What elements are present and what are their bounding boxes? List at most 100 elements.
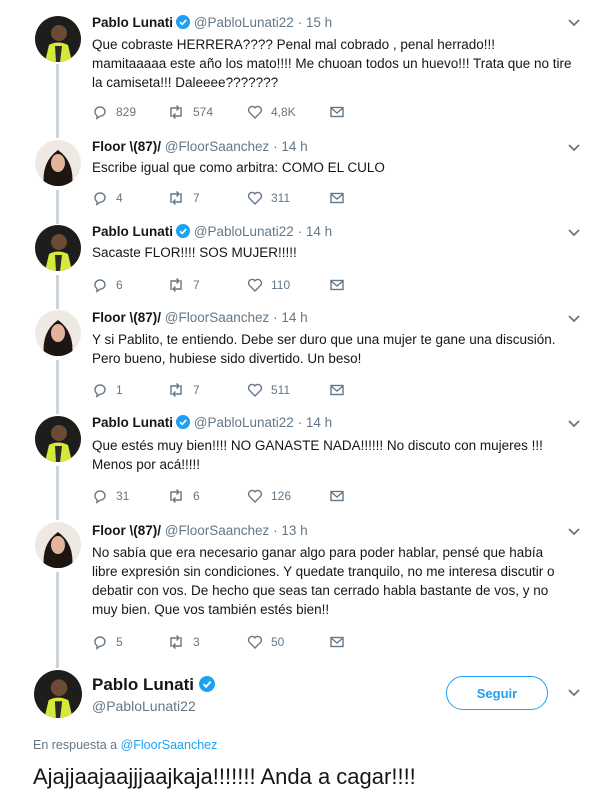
avatar-pablo[interactable] [35,16,81,62]
reply-button[interactable]: 829 [92,103,136,121]
separator-dot: · [297,15,303,30]
separator-dot: · [297,415,303,430]
author-name[interactable]: Floor \(87)/ [92,310,161,325]
reply-count: 829 [116,105,137,119]
author-name[interactable]: Floor \(87)/ [92,523,161,538]
avatar-pablo-main[interactable] [34,670,82,718]
envelope-icon [330,384,344,396]
author-name[interactable]: Pablo Lunati [92,15,173,30]
author-handle[interactable]: @FloorSaanchez [165,139,270,154]
reply-mention-link[interactable]: @FloorSaanchez [121,738,218,752]
like-count: 511 [271,383,291,397]
retweet-count: 574 [193,105,214,119]
like-button[interactable]: 50 [247,633,284,651]
tweet-actions: 829 574 4,8K [92,103,392,121]
tweet-time[interactable]: 14 h [281,139,307,154]
like-count: 50 [271,635,285,649]
tweet-actions: 6 7 110 [92,276,392,294]
retweet-button[interactable]: 574 [167,103,213,121]
heart-icon [247,278,263,292]
tweet-text: Escribe igual que como arbitra: COMO EL … [92,160,385,175]
tweet-time[interactable]: 15 h [306,15,332,30]
main-tweet-text: Ajajjaajaajjjaajkaja!!!!!!! Anda a cagar… [33,764,416,789]
avatar-floor[interactable] [35,522,81,568]
tweet-actions: 1 7 511 [92,381,392,399]
like-button[interactable]: 4,8K [247,103,296,121]
avatar-floor[interactable] [35,310,81,356]
retweet-button[interactable]: 7 [167,189,200,207]
author-handle[interactable]: @FloorSaanchez [165,310,270,325]
verified-badge-icon [176,415,190,429]
chevron-down-icon[interactable] [567,688,581,698]
reply-button[interactable]: 6 [92,276,123,294]
tweet-time[interactable]: 14 h [306,415,332,430]
chevron-down-icon[interactable] [567,314,581,324]
tweet-text: Y si Pablito, te entiendo. Debe ser duro… [92,332,556,366]
retweet-icon [170,278,182,292]
author-name[interactable]: Pablo Lunati [92,224,173,239]
tweet[interactable]: Floor \(87)/ @FloorSaanchez · 14 h Y si … [0,305,611,411]
message-button[interactable] [329,633,353,651]
like-button[interactable]: 126 [247,487,291,505]
chevron-down-icon[interactable] [567,419,581,429]
like-button[interactable]: 511 [247,381,290,399]
tweet[interactable]: Pablo Lunati @PabloLunati22 · 14 h Sacas… [0,220,611,305]
main-author-handle[interactable]: @PabloLunati22 [92,698,196,714]
heart-icon [247,105,263,119]
reply-count: 5 [116,635,123,649]
tweet-text: No sabía que era necesario ganar algo pa… [92,545,555,617]
reply-button[interactable]: 4 [92,189,123,207]
like-count: 110 [271,278,291,292]
reply-prefix: En respuesta a [33,738,118,752]
separator-dot: · [273,523,278,538]
chevron-down-icon[interactable] [567,143,581,153]
tweet[interactable]: Pablo Lunati @PabloLunati22 · 14 h Que e… [0,411,611,517]
tweet-time[interactable]: 14 h [281,310,307,325]
message-button[interactable] [329,381,353,399]
envelope-icon [330,192,344,204]
reply-button[interactable]: 31 [92,487,129,505]
tweet[interactable]: Floor \(87)/ @FloorSaanchez · 14 h Escri… [0,135,611,220]
retweet-button[interactable]: 7 [167,276,200,294]
chevron-down-icon[interactable] [567,527,581,537]
message-button[interactable] [329,189,353,207]
tweet-time[interactable]: 13 h [281,523,307,538]
reply-button[interactable]: 5 [92,633,123,651]
message-button[interactable] [329,487,353,505]
avatar-floor[interactable] [35,140,81,186]
author-handle[interactable]: @PabloLunati22 [194,224,294,239]
tweet-time[interactable]: 14 h [306,224,332,239]
separator-dot: · [297,224,303,239]
author-handle[interactable]: @PabloLunati22 [194,415,294,430]
author-handle[interactable]: @PabloLunati22 [194,15,294,30]
like-count: 4,8K [271,105,296,119]
retweet-button[interactable]: 3 [167,633,200,651]
reply-context: En respuesta a @FloorSaanchez [33,738,217,752]
message-button[interactable] [329,103,353,121]
author-name[interactable]: Floor \(87)/ [92,139,161,154]
author-name[interactable]: Pablo Lunati [92,415,173,430]
retweet-button[interactable]: 7 [167,381,200,399]
retweet-icon [170,105,182,119]
like-button[interactable]: 110 [247,276,290,294]
like-button[interactable]: 311 [247,189,290,207]
retweet-button[interactable]: 6 [167,487,200,505]
reply-icon [94,490,106,504]
verified-badge-icon [176,15,190,29]
chevron-down-icon[interactable] [567,228,581,238]
tweet[interactable]: Pablo Lunati @PabloLunati22 · 15 h Que c… [0,0,611,135]
avatar-pablo[interactable] [35,416,81,462]
reply-icon [94,279,106,293]
tweet-text: Que cobraste HERRERA???? Penal mal cobra… [92,37,572,90]
message-button[interactable] [329,276,353,294]
avatar-pablo[interactable] [35,225,81,271]
follow-button[interactable]: Seguir [446,676,548,710]
reply-count: 4 [116,191,123,205]
main-author-name[interactable]: Pablo Lunati [92,675,215,695]
reply-button[interactable]: 1 [92,381,123,399]
chevron-down-icon[interactable] [567,18,581,28]
reply-count: 31 [116,489,130,503]
tweet[interactable]: Floor \(87)/ @FloorSaanchez · 13 h No sa… [0,517,611,660]
author-handle[interactable]: @FloorSaanchez [165,523,270,538]
main-author-name-text[interactable]: Pablo Lunati [92,675,194,694]
